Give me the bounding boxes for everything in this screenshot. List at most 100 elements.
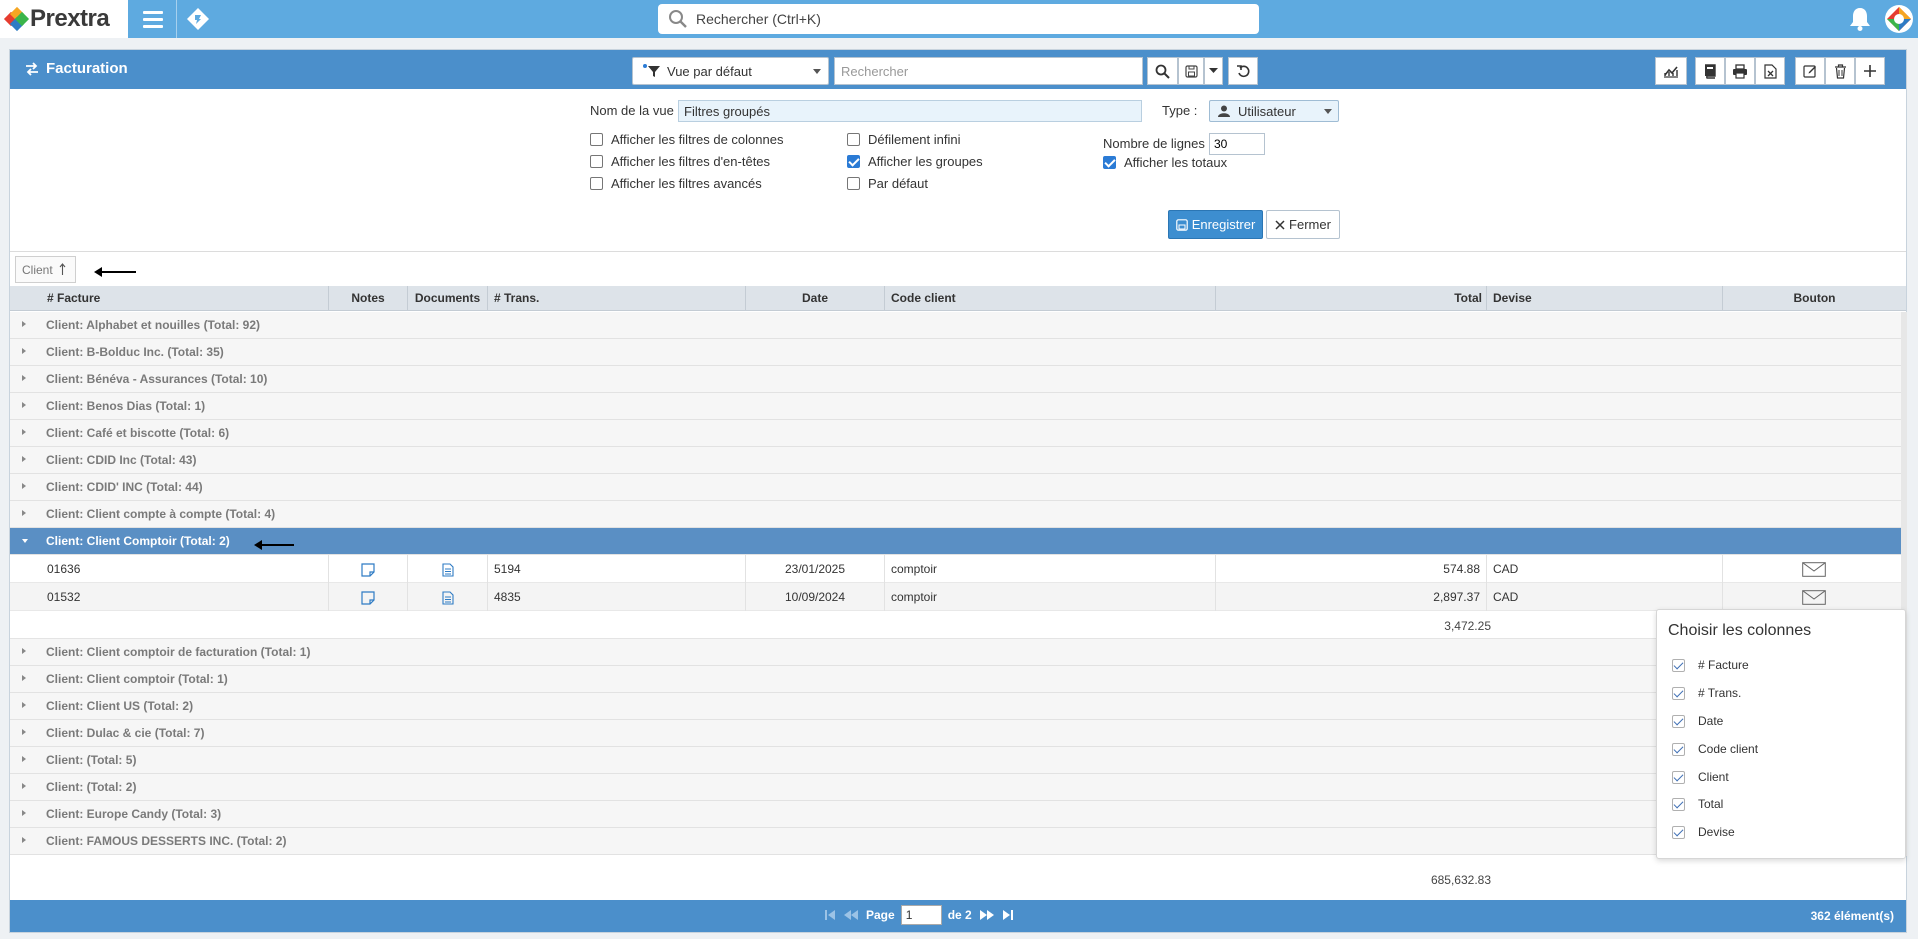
column-header-trans[interactable]: # Trans. xyxy=(488,286,746,311)
group-row[interactable]: Client: CDID' INC (Total: 44) xyxy=(10,474,1904,501)
group-by-chip[interactable]: Client xyxy=(15,256,76,283)
group-row[interactable]: Client: Bénéva - Assurances (Total: 10) xyxy=(10,366,1904,393)
table-row[interactable]: 01636 5194 23/01/2025 comptoir 574.88 CA… xyxy=(10,555,1904,583)
checkbox-box[interactable] xyxy=(847,155,860,168)
cell-notes[interactable] xyxy=(329,583,408,611)
checkbox-box[interactable] xyxy=(847,177,860,190)
checkbox-infinite-scroll[interactable]: Défilement infini xyxy=(847,132,961,147)
envelope-icon[interactable] xyxy=(1801,590,1826,606)
next-page-icon[interactable] xyxy=(978,909,996,921)
edit-button[interactable] xyxy=(1795,57,1825,85)
column-header-notes[interactable]: Notes xyxy=(329,286,408,311)
checkbox-box[interactable] xyxy=(1672,686,1685,700)
column-header-devise[interactable]: Devise xyxy=(1487,286,1723,311)
group-row[interactable]: Client: Client comptoir de facturation (… xyxy=(10,639,1904,666)
checkbox-show-groups[interactable]: Afficher les groupes xyxy=(847,154,983,169)
delete-button[interactable] xyxy=(1825,57,1855,85)
cell-documents[interactable] xyxy=(408,555,488,583)
hamburger-menu-button[interactable] xyxy=(136,6,170,32)
type-select[interactable]: Utilisateur xyxy=(1209,100,1339,122)
close-button[interactable]: Fermer xyxy=(1266,210,1340,239)
save-view-button[interactable] xyxy=(1178,57,1204,85)
note-icon[interactable] xyxy=(361,563,375,577)
checkbox-show-totals[interactable]: Afficher les totaux xyxy=(1103,155,1227,170)
last-page-icon[interactable] xyxy=(1002,909,1014,921)
checkbox-default[interactable]: Par défaut xyxy=(847,176,928,191)
table-row[interactable]: 01532 4835 10/09/2024 comptoir 2,897.37 … xyxy=(10,583,1904,611)
column-chooser-item[interactable]: Total xyxy=(1672,797,1723,811)
column-chooser-item[interactable]: Date xyxy=(1672,714,1723,728)
group-row-active[interactable]: Client: Client Comptoir (Total: 2) xyxy=(10,528,1904,555)
column-chooser-item[interactable]: Client xyxy=(1672,770,1729,784)
checkbox-box[interactable] xyxy=(1672,825,1685,839)
group-row[interactable]: Client: Client compte à compte (Total: 4… xyxy=(10,501,1904,528)
first-page-icon[interactable] xyxy=(824,909,836,921)
print-button[interactable] xyxy=(1725,57,1755,85)
group-row[interactable]: Client: Dulac & cie (Total: 7) xyxy=(10,720,1904,747)
chart-button[interactable] xyxy=(1655,57,1687,85)
document-icon[interactable] xyxy=(441,591,454,605)
document-icon[interactable] xyxy=(441,563,454,577)
checkbox-advanced-filters[interactable]: Afficher les filtres avancés xyxy=(590,176,762,191)
group-row[interactable]: Client: (Total: 2) xyxy=(10,774,1904,801)
excel-export-button[interactable] xyxy=(1755,57,1785,85)
column-chooser-item[interactable]: Devise xyxy=(1672,825,1735,839)
cell-bouton[interactable] xyxy=(1723,583,1904,611)
checkbox-box[interactable] xyxy=(590,177,603,190)
user-avatar[interactable] xyxy=(1885,5,1913,33)
checkbox-box[interactable] xyxy=(590,133,603,146)
group-row[interactable]: Client: Client US (Total: 2) xyxy=(10,693,1904,720)
checkbox-box[interactable] xyxy=(1672,797,1685,811)
app-logo[interactable]: Prextra xyxy=(0,0,128,38)
checkbox-box[interactable] xyxy=(1672,658,1685,672)
add-button[interactable] xyxy=(1855,57,1885,85)
column-header-documents[interactable]: Documents xyxy=(408,286,488,311)
page-number-input[interactable] xyxy=(900,905,942,925)
global-search-box[interactable]: Rechercher (Ctrl+K) xyxy=(658,4,1259,34)
checkbox-box[interactable] xyxy=(1672,714,1685,728)
search-button[interactable] xyxy=(1147,57,1178,85)
book-button[interactable] xyxy=(1695,57,1725,85)
group-row[interactable]: Client: Alphabet et nouilles (Total: 92) xyxy=(10,312,1904,339)
pin-icon[interactable] xyxy=(186,7,210,31)
checkbox-box[interactable] xyxy=(1672,770,1685,784)
checkbox-box[interactable] xyxy=(1672,742,1685,756)
cell-bouton[interactable] xyxy=(1723,555,1904,583)
envelope-icon[interactable] xyxy=(1801,562,1826,578)
column-header-total[interactable]: Total xyxy=(1216,286,1487,311)
column-chooser-item[interactable]: # Trans. xyxy=(1672,686,1741,700)
lines-input[interactable] xyxy=(1209,133,1265,155)
cell-documents[interactable] xyxy=(408,583,488,611)
grid-search-input[interactable] xyxy=(834,57,1143,85)
previous-page-icon[interactable] xyxy=(842,909,860,921)
view-select[interactable]: Vue par défaut xyxy=(632,57,829,85)
column-header-facture[interactable]: # Facture xyxy=(10,286,329,311)
cell-devise: CAD xyxy=(1487,583,1723,611)
column-chooser-item[interactable]: Code client xyxy=(1672,742,1758,756)
checkbox-box[interactable] xyxy=(847,133,860,146)
column-header-bouton[interactable]: Bouton xyxy=(1723,286,1906,311)
cell-notes[interactable] xyxy=(329,555,408,583)
note-icon[interactable] xyxy=(361,591,375,605)
checkbox-header-filters[interactable]: Afficher les filtres d'en-têtes xyxy=(590,154,770,169)
save-button[interactable]: Enregistrer xyxy=(1168,210,1263,239)
checkbox-column-filters[interactable]: Afficher les filtres de colonnes xyxy=(590,132,783,147)
reset-button[interactable] xyxy=(1228,57,1258,85)
save-view-dropdown[interactable] xyxy=(1204,57,1223,85)
group-row[interactable]: Client: FAMOUS DESSERTS INC. (Total: 2) xyxy=(10,828,1904,855)
group-row[interactable]: Client: Client comptoir (Total: 1) xyxy=(10,666,1904,693)
checkbox-box[interactable] xyxy=(1103,156,1116,169)
group-row[interactable]: Client: B-Bolduc Inc. (Total: 35) xyxy=(10,339,1904,366)
group-row[interactable]: Client: Café et biscotte (Total: 6) xyxy=(10,420,1904,447)
group-row[interactable]: Client: (Total: 5) xyxy=(10,747,1904,774)
group-row[interactable]: Client: Benos Dias (Total: 1) xyxy=(10,393,1904,420)
checkbox-label: Défilement infini xyxy=(868,132,961,147)
view-name-input[interactable] xyxy=(678,100,1142,122)
column-header-date[interactable]: Date xyxy=(746,286,885,311)
group-row[interactable]: Client: CDID Inc (Total: 43) xyxy=(10,447,1904,474)
column-chooser-item[interactable]: # Facture xyxy=(1672,658,1749,672)
checkbox-box[interactable] xyxy=(590,155,603,168)
group-row[interactable]: Client: Europe Candy (Total: 3) xyxy=(10,801,1904,828)
column-header-code-client[interactable]: Code client xyxy=(885,286,1216,311)
notification-bell-icon[interactable] xyxy=(1848,6,1872,32)
